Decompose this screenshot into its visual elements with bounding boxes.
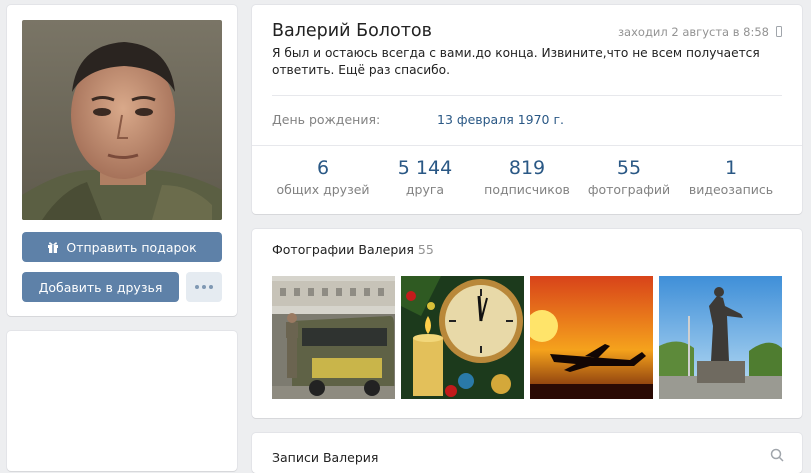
divider (252, 145, 802, 146)
photos-title: Фотографии Валерия (272, 242, 414, 257)
counter-photos[interactable]: 55 фотографий (578, 157, 680, 197)
counter-followers[interactable]: 819 подписчиков (476, 157, 578, 197)
birthday-label: День рождения: (272, 112, 381, 127)
counter-value: 1 (724, 157, 738, 179)
search-icon[interactable] (770, 448, 784, 462)
counter-videos[interactable]: 1 видеозапись (680, 157, 782, 197)
gift-icon (48, 242, 59, 253)
photo-thumbnail[interactable] (530, 276, 653, 399)
photos-count: 55 (417, 242, 434, 257)
add-friend-button[interactable]: Добавить в друзья (22, 272, 179, 302)
profile-name: Валерий Болотов (272, 21, 432, 41)
photo-thumbnail[interactable] (401, 276, 524, 399)
counter-value: 6 (316, 157, 330, 179)
send-gift-button[interactable]: Отправить подарок (22, 232, 222, 262)
more-actions-button[interactable] (186, 272, 222, 302)
photo-thumbnail[interactable] (272, 276, 395, 399)
send-gift-label: Отправить подарок (66, 239, 197, 255)
profile-sidebar-card: Отправить подарок Добавить в друзья (7, 5, 237, 316)
wall-title[interactable]: Записи Валерия (272, 450, 378, 465)
avatar-image (22, 20, 222, 220)
counter-value: 55 (616, 157, 642, 179)
counter-value: 819 (508, 157, 546, 179)
photo-image (530, 276, 653, 399)
last-seen-text: заходил 2 августа в 8:58 (617, 25, 769, 39)
more-dots-icon (195, 285, 199, 289)
mobile-phone-icon (776, 26, 782, 37)
avatar[interactable] (22, 20, 222, 220)
wall-card: Записи Валерия (252, 433, 802, 473)
counter-label: фотографий (587, 182, 671, 197)
counter-label: подписчиков (484, 182, 570, 197)
profile-status: Я был и остаюсь всегда с вами.до конца. … (272, 46, 760, 77)
counter-label: друга (405, 182, 445, 197)
profile-info-card: Валерий Болотов заходил 2 августа в 8:58… (252, 5, 802, 214)
more-dots-icon-dot (209, 285, 213, 289)
photos-header[interactable]: Фотографии Валерия 55 (272, 242, 434, 257)
counter-friends[interactable]: 5 144 друга (374, 157, 476, 197)
photo-image (272, 276, 395, 399)
photos-card: Фотографии Валерия 55 (252, 229, 802, 418)
divider (272, 95, 782, 96)
sidebar-secondary-card (7, 331, 237, 471)
photo-thumbnail[interactable] (659, 276, 782, 399)
profile-counters: 6 общих друзей 5 144 друга 819 подписчик… (272, 157, 782, 197)
counter-label: видеозапись (688, 182, 774, 197)
counter-label: общих друзей (276, 182, 370, 197)
counter-value: 5 144 (397, 157, 453, 179)
add-friend-label: Добавить в друзья (38, 279, 163, 295)
counter-common-friends[interactable]: 6 общих друзей (272, 157, 374, 197)
more-dots-icon-dot (202, 285, 206, 289)
photo-image (659, 276, 782, 399)
birthday-value[interactable]: 13 февраля 1970 г. (437, 112, 564, 127)
photo-image (401, 276, 524, 399)
